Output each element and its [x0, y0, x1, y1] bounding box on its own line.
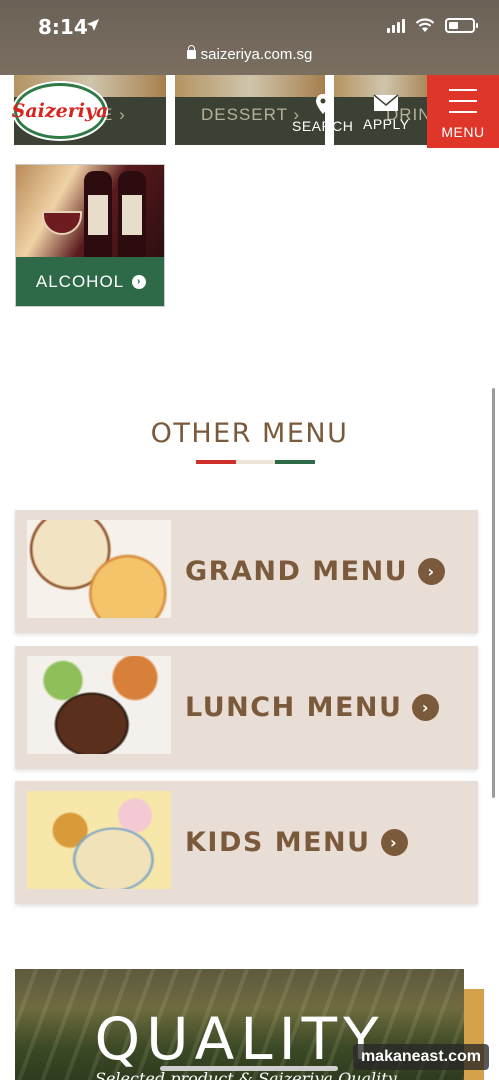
chevron-right-icon: › [418, 558, 446, 585]
search-label: SEARCH [292, 118, 354, 134]
watermark: makaneast.com [352, 1044, 489, 1070]
section-title-other-menu: OTHER MENU [150, 418, 349, 449]
grand-menu-card[interactable]: GRAND MENU › [15, 510, 478, 633]
search-button[interactable]: SEARCH [292, 93, 353, 134]
cellular-signal-icon [387, 18, 405, 33]
lunch-menu-card[interactable]: LUNCH MENU › [15, 646, 478, 769]
mail-icon [373, 94, 399, 111]
site-header: ICE › DESSERT › DRINK Saizeriya SEARCH A… [0, 75, 499, 148]
lunch-menu-label: LUNCH MENU › [185, 646, 440, 769]
lunch-menu-text: LUNCH MENU [185, 692, 403, 723]
alcohol-image [16, 165, 164, 259]
kids-menu-text: KIDS MENU [185, 827, 371, 858]
alcohol-label: ALCOHOL › [16, 257, 164, 306]
wine-bottle [84, 171, 112, 259]
url-bar[interactable]: saizeriya.com.sg [0, 45, 499, 63]
grand-menu-label: GRAND MENU › [185, 510, 446, 633]
scrollbar[interactable] [492, 388, 495, 798]
chevron-right-icon: › [412, 694, 440, 721]
apply-button[interactable]: APPLY [363, 93, 410, 132]
location-pin-icon [315, 94, 330, 114]
wifi-icon [415, 18, 435, 32]
saizeriya-logo[interactable]: Saizeriya [11, 83, 109, 139]
battery-icon [445, 18, 478, 33]
grand-menu-image [27, 520, 171, 618]
kids-menu-card[interactable]: KIDS MENU › [15, 781, 478, 904]
grand-menu-text: GRAND MENU [185, 556, 409, 587]
kids-menu-label: KIDS MENU › [185, 781, 408, 904]
logo-text: Saizeriya [11, 100, 109, 122]
hamburger-icon [449, 89, 477, 122]
kids-menu-image [27, 791, 171, 889]
menu-button[interactable]: MENU [427, 75, 499, 148]
status-indicators [387, 18, 478, 33]
header-tile-label: DESSERT [201, 105, 288, 124]
status-bar: 8:14 saizeriya.com.sg [0, 0, 499, 75]
alcohol-label-text: ALCOHOL [35, 271, 125, 291]
lock-icon [186, 45, 196, 59]
wine-bottle [118, 171, 146, 259]
wine-glass [42, 211, 82, 235]
chevron-right-icon: › [119, 105, 126, 124]
status-time: 8:14 [38, 15, 88, 39]
chevron-right-icon: › [132, 274, 147, 289]
home-indicator[interactable] [160, 1066, 338, 1071]
chevron-right-icon: › [380, 829, 408, 856]
lunch-menu-image [27, 656, 171, 754]
apply-label: APPLY [363, 116, 410, 132]
alcohol-card[interactable]: ALCOHOL › [15, 164, 165, 307]
url-text: saizeriya.com.sg [200, 46, 313, 63]
location-arrow-icon [87, 19, 99, 31]
tricolor-divider [196, 460, 316, 464]
menu-label: MENU [441, 124, 485, 140]
